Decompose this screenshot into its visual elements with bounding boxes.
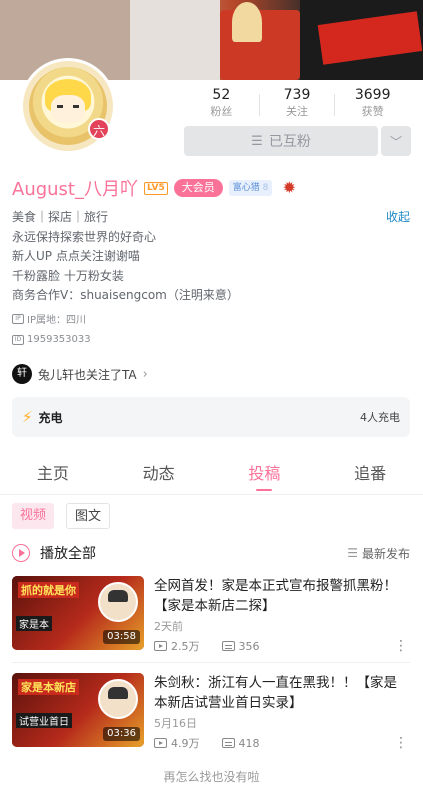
more-options-icon[interactable]: ⋮ <box>394 736 408 750</box>
mutual-follow-button[interactable]: ☰ 已互粉 <box>184 126 378 156</box>
tab-bangumi[interactable]: 追番 <box>317 457 423 494</box>
divider <box>12 662 410 663</box>
sort-label: 最新发布 <box>361 546 410 561</box>
menu-icon: ☰ <box>251 133 263 149</box>
fans-medal[interactable]: 富心猎 8 <box>228 180 273 196</box>
profile-stats: 52 粉丝 739 关注 3699 获赞 <box>184 86 410 122</box>
bio-line: 商务合作V：shuaisengcom（注明来意） <box>12 288 239 302</box>
name-row: August_八月吖 LV5 大会员 富心猎 8 ✹ <box>12 176 298 201</box>
chevron-right-icon: › <box>142 366 148 382</box>
ip-icon: IP <box>12 313 24 324</box>
followed-by-row[interactable]: 轩 兔儿轩也关注了TA › <box>12 363 148 385</box>
video-stats: 4.9万 418 <box>154 735 260 751</box>
stat-value: 52 <box>212 87 231 103</box>
list-header: 播放全部 ☰ 最新发布 <box>12 542 410 564</box>
tab-home[interactable]: 主页 <box>0 457 106 494</box>
ip-location: IP IP属地：四川 <box>12 311 86 326</box>
collapse-bio-link[interactable]: 收起 <box>386 208 410 228</box>
id-icon: ID <box>12 334 24 345</box>
view-count: 4.9万 <box>171 737 200 750</box>
stat-label: 获赞 <box>361 105 384 118</box>
charge-title: 充电 <box>38 410 63 425</box>
decoration-flower-icon[interactable]: ✹ <box>280 179 298 197</box>
video-thumbnail[interactable]: 抓的就是你 家是本 03:58 <box>12 576 144 650</box>
avatar-eye <box>73 105 79 108</box>
content-type-tabs: 视频 图文 <box>12 503 122 529</box>
stat-fans[interactable]: 52 粉丝 <box>184 86 259 122</box>
charge-count: 4人充电 <box>360 411 400 424</box>
bio-line: 新人UP 点点关注谢谢喵 <box>12 249 140 263</box>
mutual-follow-label: 已互粉 <box>268 134 311 150</box>
more-options-icon[interactable]: ⋮ <box>394 639 408 653</box>
video-item[interactable]: 家是本新店 试营业首日 03:36 朱剑秋：浙江有人一直在黑我！！【家是本新店试… <box>12 673 410 751</box>
stat-value: 3699 <box>354 87 391 103</box>
lightning-icon: ⚡ <box>22 408 33 426</box>
ip-location-text: IP属地：四川 <box>27 315 86 326</box>
chevron-down-icon: ﹀ <box>389 134 402 149</box>
thumbnail-person <box>98 582 138 622</box>
thumbnail-person-hair <box>108 687 128 699</box>
play-all-button[interactable]: 播放全部 <box>40 543 96 563</box>
subtab-article[interactable]: 图文 <box>66 503 111 529</box>
video-duration: 03:58 <box>103 630 140 644</box>
follower-avatar: 轩 <box>12 364 32 384</box>
video-title[interactable]: 全网首发！家是本正式宣布报警抓黑粉！【家是本新店二探】 <box>154 576 404 616</box>
thumbnail-person <box>98 679 138 719</box>
danmaku-icon <box>221 738 235 748</box>
profile-tabs: 主页 动态 投稿 追番 <box>0 457 423 495</box>
video-date: 2天前 <box>154 620 183 633</box>
video-date: 5月16日 <box>154 717 197 730</box>
tab-uploads[interactable]: 投稿 <box>212 457 318 494</box>
video-stats: 2.5万 356 <box>154 638 260 654</box>
video-title[interactable]: 朱剑秋：浙江有人一直在黑我！！【家是本新店试营业首日实录】 <box>154 673 404 713</box>
video-item[interactable]: 抓的就是你 家是本 03:58 全网首发！家是本正式宣布报警抓黑粉！【家是本新店… <box>12 576 410 654</box>
stat-following[interactable]: 739 关注 <box>260 86 335 122</box>
level-badge[interactable]: LV5 <box>144 181 168 195</box>
stat-value: 739 <box>283 87 311 103</box>
stat-label: 关注 <box>286 105 308 118</box>
sort-icon: ☰ <box>347 546 358 560</box>
view-count: 2.5万 <box>171 640 200 653</box>
thumbnail-caption: 试营业首日 <box>16 713 72 728</box>
thumbnail-caption: 抓的就是你 <box>18 582 79 598</box>
bio-line: 千粉露脸 十万粉女装 <box>12 268 124 283</box>
end-of-list-text: 再怎么找也没有啦 <box>163 770 260 784</box>
sort-button[interactable]: ☰ 最新发布 <box>347 545 410 562</box>
bio: 美食｜探店｜旅行 永远保持探索世界的好奇心 新人UP 点点关注谢谢喵 千粉露脸 … <box>12 208 412 306</box>
banner-mascot-area <box>130 0 220 80</box>
bio-line: 永远保持探索世界的好奇心 <box>12 229 157 244</box>
tab-dynamic[interactable]: 动态 <box>106 457 212 494</box>
bio-line: 美食｜探店｜旅行 <box>12 210 109 224</box>
danmaku-count: 418 <box>238 736 260 750</box>
fans-medal-name: 富心猎 <box>232 183 260 193</box>
followed-by-text: 兔儿轩也关注了TA <box>38 367 137 382</box>
username: August_八月吖 <box>12 179 138 200</box>
ice-cream-sign <box>232 2 262 42</box>
play-count-icon <box>154 738 167 748</box>
fans-medal-level: 8 <box>262 183 269 193</box>
video-thumbnail[interactable]: 家是本新店 试营业首日 03:36 <box>12 673 144 747</box>
vip-badge[interactable]: 大会员 <box>173 179 223 197</box>
danmaku-icon <box>221 641 235 651</box>
play-count-icon <box>154 641 167 651</box>
avatar-eye <box>57 105 63 108</box>
avatar-face <box>51 95 85 123</box>
video-duration: 03:36 <box>103 727 140 741</box>
subtab-video[interactable]: 视频 <box>12 503 55 529</box>
stat-likes[interactable]: 3699 获赞 <box>335 86 410 122</box>
more-dropdown-button[interactable]: ﹀ <box>381 126 411 156</box>
thumbnail-person-hair <box>108 590 128 602</box>
danmaku-count: 356 <box>238 639 260 653</box>
charge-card[interactable]: ⚡ 充电 4人充电 <box>12 397 410 437</box>
avatar-badge: 六 <box>88 118 110 140</box>
uid-text: 1959353033 <box>27 334 91 345</box>
play-all-icon[interactable] <box>12 544 30 562</box>
thumbnail-caption: 家是本新店 <box>18 679 79 695</box>
thumbnail-caption: 家是本 <box>16 616 52 631</box>
stat-label: 粉丝 <box>210 105 233 118</box>
uid-row[interactable]: ID 1959353033 <box>12 334 91 345</box>
